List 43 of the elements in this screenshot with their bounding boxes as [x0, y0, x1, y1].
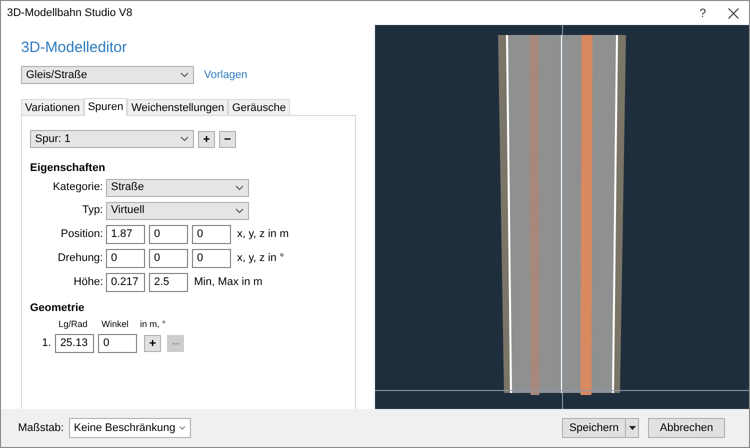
cancel-button[interactable]: Abbrechen	[648, 418, 725, 438]
unit-label: Min, Max in m	[194, 274, 262, 290]
column-header: Winkel	[100, 318, 130, 331]
unit-label: x, y, z in m	[237, 226, 289, 242]
save-button[interactable]: Speichern	[562, 418, 626, 438]
editor-heading: 3D-Modelleditor	[21, 39, 128, 57]
dropdown-select[interactable]: Virtuell	[106, 202, 249, 220]
field-label: Drehung:	[56, 250, 103, 266]
field-label: Position:	[60, 226, 103, 242]
input-field[interactable]: 1.87	[106, 224, 145, 244]
small-button[interactable]: −	[219, 130, 236, 148]
dropdown-select[interactable]: Straße	[106, 178, 249, 196]
window-title: 3D-Modellbahn Studio V8	[7, 6, 132, 21]
help-button[interactable]: ?	[699, 4, 706, 22]
field-label: Kategorie:	[52, 180, 103, 196]
column-header: in m, °	[140, 318, 166, 331]
input-field[interactable]: 0	[149, 248, 188, 268]
scale-label: Maßstab:	[18, 420, 64, 436]
model-select[interactable]: Gleis/Straße	[21, 66, 194, 84]
track-select[interactable]: Spur: 1	[30, 130, 194, 148]
input-field[interactable]: 25.13	[55, 334, 94, 352]
row-index: 1.	[42, 336, 52, 351]
section-heading: Geometrie	[30, 300, 86, 316]
small-button[interactable]: +	[198, 130, 215, 148]
section-heading: Eigenschaften	[30, 161, 106, 176]
tab[interactable]: Weichenstellungen	[127, 99, 228, 115]
input-field[interactable]: 0	[192, 224, 231, 244]
scale-select[interactable]: Keine Beschränkung	[68, 418, 191, 438]
templates-link[interactable]: Vorlagen	[204, 66, 248, 84]
column-header: Lg/Rad	[57, 318, 89, 331]
field-label: Typ:	[81, 203, 103, 218]
tab[interactable]: Spuren	[84, 98, 128, 116]
input-field[interactable]: 0.217	[106, 272, 145, 292]
input-field[interactable]: 0	[192, 248, 231, 268]
input-field[interactable]: 0	[149, 224, 188, 244]
small-button[interactable]: +	[144, 334, 162, 352]
unit-label: x, y, z in °	[237, 250, 284, 266]
input-field[interactable]: 0	[98, 334, 138, 352]
tab[interactable]: Geräusche	[228, 99, 290, 115]
field-label: Höhe:	[72, 274, 103, 290]
input-field[interactable]: 0	[106, 248, 145, 268]
tab[interactable]: Variationen	[21, 99, 84, 115]
input-field[interactable]: 2.5	[149, 272, 188, 292]
